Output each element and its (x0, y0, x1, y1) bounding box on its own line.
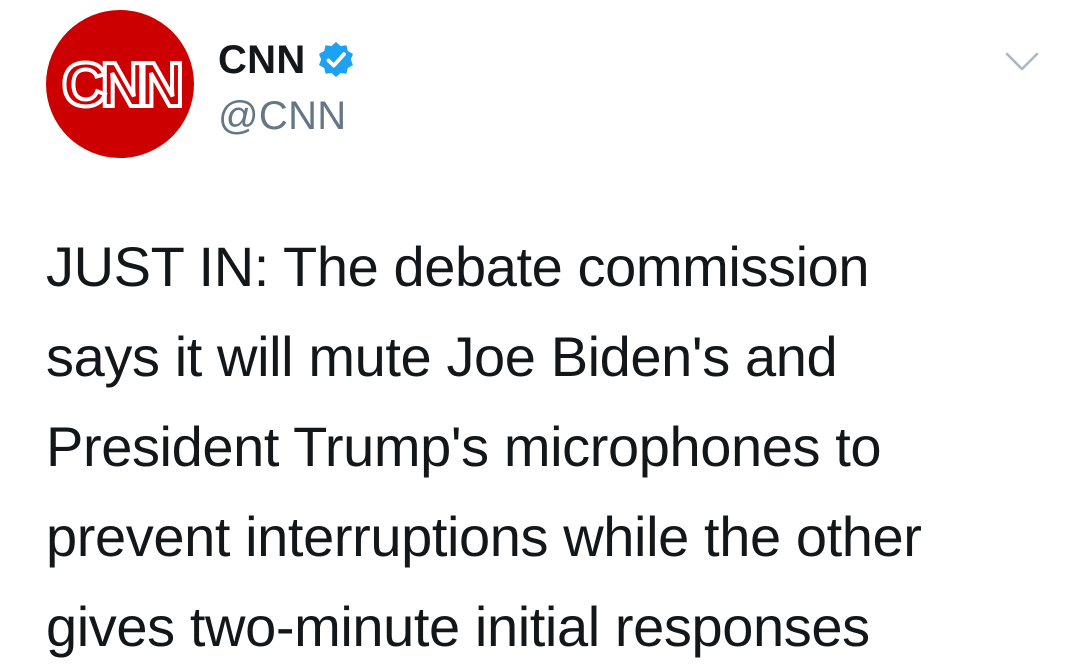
tweet-text-line: President Trump's microphones to (46, 415, 882, 478)
tweet-text: JUST IN: The debate commission says it w… (46, 222, 1056, 671)
svg-text:CNN: CNN (62, 51, 181, 120)
verified-badge-icon (316, 40, 356, 80)
tweet-text-line: gives two-minute initial responses (46, 595, 870, 658)
name-row: CNN (218, 34, 356, 86)
display-name[interactable]: CNN (218, 38, 306, 83)
tweet-card: CNN CNN @CNN JUST IN: The debate commiss… (0, 0, 1080, 671)
chevron-down-icon[interactable] (1004, 50, 1040, 74)
author-info: CNN @CNN (218, 34, 356, 139)
tweet-text-line: prevent interruptions while the other (46, 505, 922, 568)
cnn-logo-icon: CNN (46, 10, 194, 158)
avatar[interactable]: CNN (46, 10, 194, 158)
tweet-text-line: JUST IN: The debate commission (46, 235, 870, 298)
tweet-text-line: says it will mute Joe Biden's and (46, 325, 838, 388)
user-handle[interactable]: @CNN (218, 94, 356, 139)
